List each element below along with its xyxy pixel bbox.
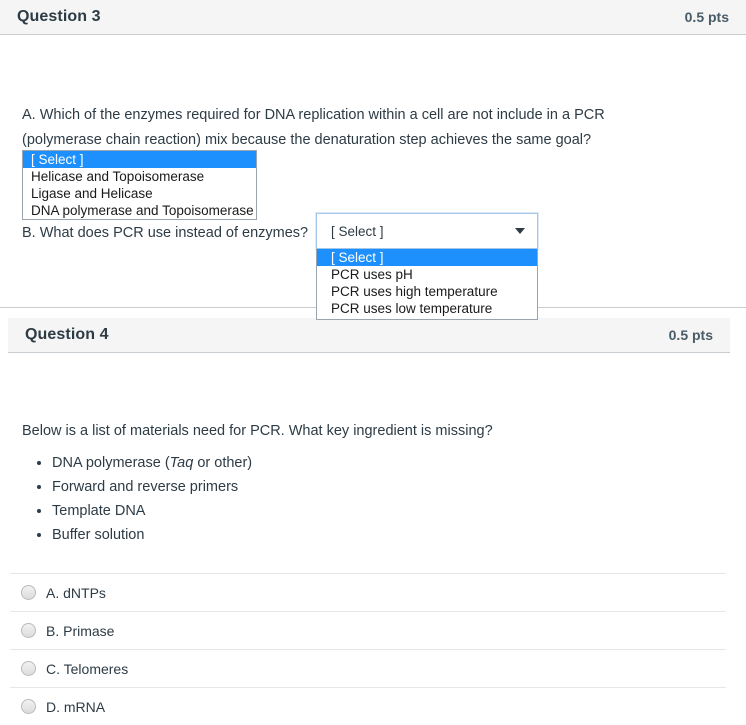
answer-label-c: C. Telomeres bbox=[46, 660, 129, 677]
radio-button-icon[interactable] bbox=[21, 661, 36, 676]
question-4-points: 0.5 pts bbox=[668, 327, 713, 343]
answer-option-a[interactable]: A. dNTPs bbox=[10, 573, 726, 611]
question-4-block: Question 4 0.5 pts Below is a list of ma… bbox=[0, 318, 746, 715]
question-3-part-b-text: B. What does PCR use instead of enzymes? bbox=[22, 225, 309, 241]
part-a-option-3[interactable]: DNA polymerase and Topoisomerase bbox=[23, 202, 256, 219]
answer-option-d[interactable]: D. mRNA bbox=[10, 687, 726, 725]
part-a-option-2[interactable]: Ligase and Helicase bbox=[23, 185, 256, 202]
list-item: Template DNA bbox=[52, 499, 252, 523]
answer-options: A. dNTPs B. Primase C. Telomeres D. mRNA bbox=[10, 573, 726, 725]
material-text-italic: Taq bbox=[169, 455, 194, 471]
material-text-pre: Forward and reverse primers bbox=[52, 479, 239, 495]
part-a-option-1[interactable]: Helicase and Topoisomerase bbox=[23, 168, 256, 185]
question-3-body: A. Which of the enzymes required for DNA… bbox=[0, 35, 746, 320]
radio-button-icon[interactable] bbox=[21, 623, 36, 638]
part-b-option-1[interactable]: PCR uses pH bbox=[317, 266, 537, 283]
answer-option-b[interactable]: B. Primase bbox=[10, 611, 726, 649]
part-b-dropdown-list[interactable]: [ Select ] PCR uses pH PCR uses high tem… bbox=[316, 249, 538, 320]
list-item: Forward and reverse primers bbox=[52, 475, 252, 499]
material-text-pre: DNA polymerase ( bbox=[52, 455, 170, 471]
part-a-dropdown-list[interactable]: [ Select ] Helicase and Topoisomerase Li… bbox=[22, 150, 257, 220]
part-b-selected-value: [ Select ] bbox=[331, 223, 384, 239]
question-4-body: Below is a list of materials need for PC… bbox=[0, 353, 746, 715]
part-b-option-2[interactable]: PCR uses high temperature bbox=[317, 283, 537, 300]
radio-button-icon[interactable] bbox=[21, 585, 36, 600]
material-text-pre: Buffer solution bbox=[52, 527, 145, 543]
question-4-prompt: Below is a list of materials need for PC… bbox=[22, 423, 493, 439]
part-b-option-3[interactable]: PCR uses low temperature bbox=[317, 300, 537, 317]
question-3-points: 0.5 pts bbox=[684, 9, 729, 25]
list-item: Buffer solution bbox=[52, 523, 252, 547]
question-3-block: Question 3 0.5 pts A. Which of the enzym… bbox=[0, 0, 746, 320]
radio-button-icon[interactable] bbox=[21, 699, 36, 714]
material-text-pre: Template DNA bbox=[52, 503, 146, 519]
material-text-post: or other) bbox=[193, 455, 253, 471]
question-4-header: Question 4 0.5 pts bbox=[8, 318, 730, 353]
part-a-option-0[interactable]: [ Select ] bbox=[23, 151, 256, 168]
list-item: DNA polymerase (Taq or other) bbox=[52, 451, 252, 475]
question-3-header: Question 3 0.5 pts bbox=[0, 0, 746, 35]
answer-label-a: A. dNTPs bbox=[46, 584, 106, 601]
answer-option-c[interactable]: C. Telomeres bbox=[10, 649, 726, 687]
question-3-title: Question 3 bbox=[17, 8, 101, 25]
chevron-down-icon bbox=[515, 228, 525, 234]
answer-label-d: D. mRNA bbox=[46, 698, 106, 715]
part-b-select[interactable]: [ Select ] bbox=[316, 213, 538, 249]
part-b-option-0[interactable]: [ Select ] bbox=[317, 249, 537, 266]
answer-label-b: B. Primase bbox=[46, 622, 115, 639]
question-3-part-a-text: A. Which of the enzymes required for DNA… bbox=[22, 107, 605, 148]
question-4-title: Question 4 bbox=[25, 326, 109, 343]
materials-list: DNA polymerase (Taq or other) Forward an… bbox=[24, 451, 252, 547]
